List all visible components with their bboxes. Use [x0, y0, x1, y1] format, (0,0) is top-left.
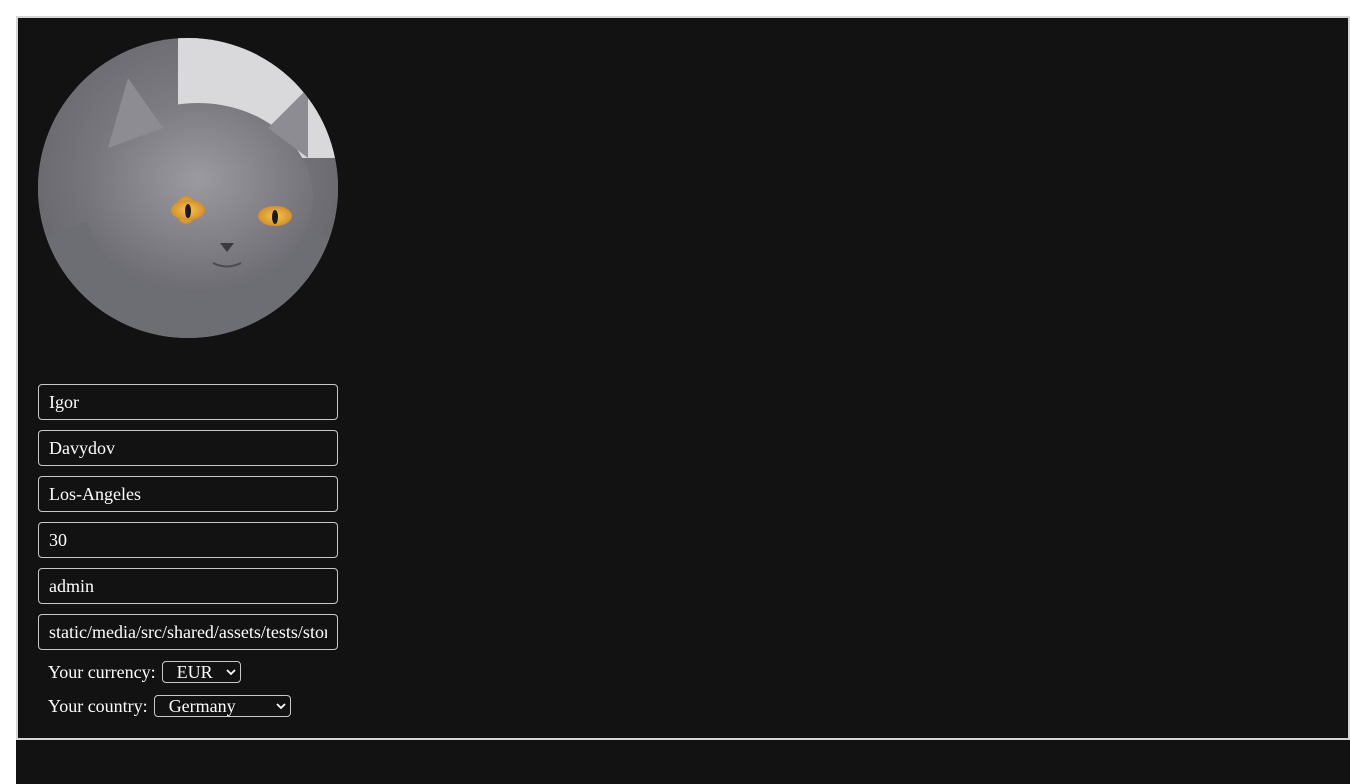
- footer-bar: [16, 740, 1350, 784]
- currency-value: EUR: [176, 661, 213, 682]
- profile-card: Your currency: EUR Your country: Germany: [16, 16, 1350, 740]
- chevron-down-icon: [276, 703, 286, 710]
- age-input[interactable]: [38, 522, 338, 558]
- cat-avatar-image: [38, 38, 338, 338]
- last-name-input[interactable]: [38, 430, 338, 466]
- chevron-down-icon: [226, 669, 236, 676]
- country-row: Your country: Germany: [48, 695, 291, 717]
- currency-select[interactable]: EUR: [161, 661, 241, 683]
- avatar: [38, 38, 338, 338]
- currency-row: Your currency: EUR: [48, 661, 241, 683]
- city-input[interactable]: [38, 476, 338, 512]
- avatar-path-input[interactable]: [38, 614, 338, 650]
- country-select[interactable]: Germany: [153, 695, 291, 717]
- country-label: Your country:: [48, 695, 148, 716]
- first-name-input[interactable]: [38, 384, 338, 420]
- currency-label: Your currency:: [48, 661, 156, 682]
- country-value: Germany: [168, 695, 236, 716]
- role-input[interactable]: [38, 568, 338, 604]
